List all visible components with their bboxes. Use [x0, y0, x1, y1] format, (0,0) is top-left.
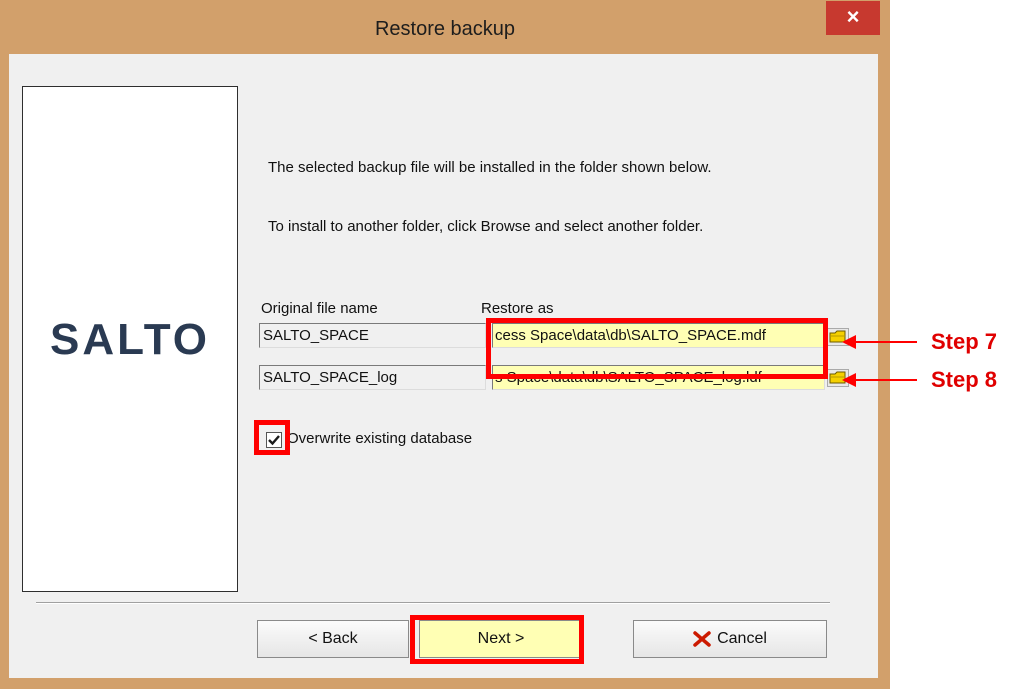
- instruction-line-2: To install to another folder, click Brow…: [268, 218, 704, 235]
- close-button[interactable]: ×: [826, 1, 880, 35]
- logo-panel: SALTO: [22, 86, 238, 592]
- overwrite-label[interactable]: Overwrite existing database: [287, 430, 472, 447]
- footer-separator: [36, 602, 830, 604]
- step7-arrow-line: [854, 341, 917, 343]
- cancel-x-icon: [693, 631, 711, 647]
- cancel-button[interactable]: Cancel: [633, 620, 827, 658]
- cancel-label: Cancel: [717, 630, 767, 647]
- original-file-field-1: SALTO_SPACE: [259, 323, 486, 348]
- window-title: Restore backup: [374, 18, 516, 40]
- step7-label: Step 7: [931, 329, 998, 354]
- restore-as-highlight: [486, 318, 828, 379]
- checkbox-highlight: [254, 420, 290, 455]
- original-file-field-2: SALTO_SPACE_log: [259, 365, 486, 390]
- step8-arrow-line: [854, 379, 917, 381]
- step8-label: Step 8: [931, 367, 998, 392]
- salto-logo: SALTO: [49, 315, 211, 364]
- restore-as-header: Restore as: [481, 300, 554, 317]
- back-button[interactable]: < Back: [257, 620, 409, 658]
- instruction-line-1: The selected backup file will be install…: [268, 159, 712, 176]
- title-bar[interactable]: Restore backup ×: [0, 0, 890, 54]
- next-button-highlight: [410, 615, 584, 664]
- close-icon: ×: [846, 4, 860, 29]
- original-file-name-header: Original file name: [261, 300, 378, 317]
